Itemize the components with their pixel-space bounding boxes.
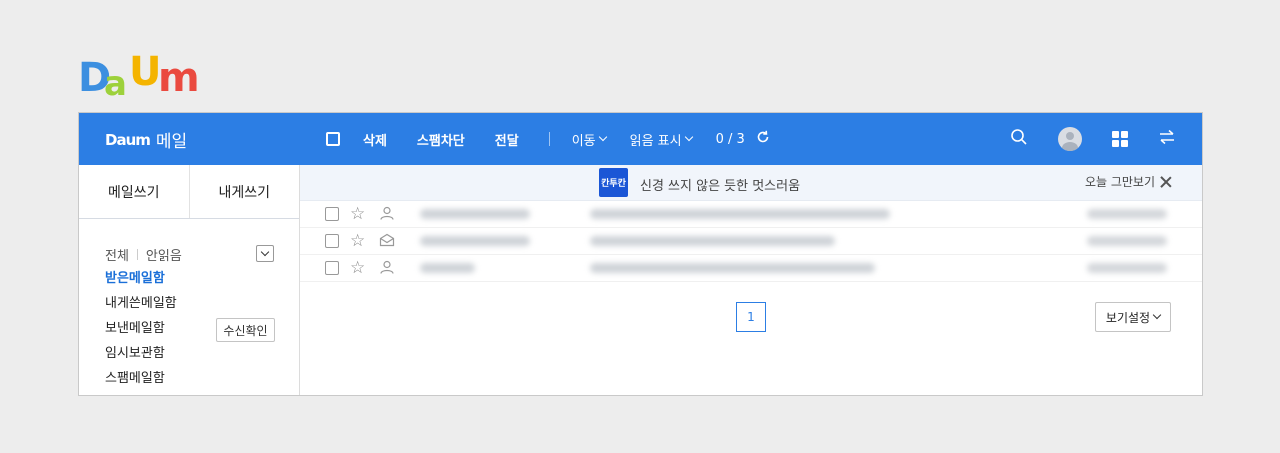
ad-text[interactable]: 신경 쓰지 않은 듯한 멋스러움 bbox=[640, 175, 800, 194]
receipt-check-button[interactable]: 수신확인 bbox=[216, 318, 275, 342]
close-icon bbox=[1160, 176, 1172, 188]
filter-all[interactable]: 전체 bbox=[105, 245, 129, 264]
hide-today-button[interactable]: 오늘 그만보기 bbox=[1085, 173, 1172, 190]
apps-grid-icon[interactable] bbox=[1112, 131, 1128, 147]
sender-name-blurred bbox=[420, 209, 530, 219]
row-checkbox[interactable] bbox=[325, 261, 339, 275]
subject-blurred bbox=[590, 263, 875, 273]
subject-blurred bbox=[590, 236, 835, 246]
daum-logo[interactable]: D a U m bbox=[78, 49, 208, 104]
person-icon bbox=[379, 260, 395, 277]
mail-title: 메일 bbox=[155, 132, 188, 152]
row-checkbox[interactable] bbox=[325, 234, 339, 248]
date-blurred bbox=[1087, 263, 1167, 273]
forward-button[interactable]: 전달 bbox=[495, 130, 519, 149]
star-icon[interactable]: ☆ bbox=[350, 232, 365, 250]
envelope-open-icon bbox=[379, 233, 395, 250]
delete-button[interactable]: 삭제 bbox=[363, 130, 387, 149]
toolbar-right bbox=[980, 113, 1176, 165]
mark-read-dropdown[interactable]: 읽음 표시 bbox=[629, 130, 693, 149]
toolbar-divider bbox=[548, 132, 550, 146]
compose-button[interactable]: 메일쓰기 bbox=[79, 165, 190, 218]
select-all-checkbox[interactable] bbox=[326, 132, 340, 146]
date-blurred bbox=[1087, 209, 1167, 219]
star-icon[interactable]: ☆ bbox=[350, 259, 365, 277]
selection-count: 0 / 3 bbox=[715, 131, 745, 147]
ad-banner[interactable]: 칸투칸 신경 쓰지 않은 듯한 멋스러움 오늘 그만보기 bbox=[300, 165, 1202, 201]
toolbar-actions: 삭제 스팸차단 전달 이동 읽음 표시 0 / 3 bbox=[326, 113, 771, 165]
mail-row[interactable]: ☆ bbox=[300, 201, 1202, 228]
ad-badge: 칸투칸 bbox=[599, 168, 628, 197]
hide-today-label: 오늘 그만보기 bbox=[1084, 175, 1155, 189]
logo-letter-m: m bbox=[158, 55, 200, 101]
move-dropdown[interactable]: 이동 bbox=[571, 130, 607, 149]
folder-spam[interactable]: 스팸메일함 bbox=[105, 369, 177, 394]
person-icon bbox=[379, 206, 395, 223]
avatar[interactable] bbox=[1058, 127, 1082, 151]
mail-window: Daum 메일 삭제 스팸차단 전달 이동 읽음 표시 0 / 3 메일쓰기 내… bbox=[78, 112, 1203, 396]
date-blurred bbox=[1087, 236, 1167, 246]
mark-read-label: 읽음 표시 bbox=[629, 133, 682, 149]
sidebar: 메일쓰기 내게쓰기 전체 안읽음 받은메일함 내게쓴메일함 보낸메일함 임시보관… bbox=[79, 165, 300, 395]
refresh-icon[interactable] bbox=[755, 129, 771, 149]
chevron-down-icon bbox=[260, 247, 270, 256]
subject-blurred bbox=[590, 209, 890, 219]
compose-self-button[interactable]: 내게쓰기 bbox=[190, 165, 300, 218]
spam-block-button[interactable]: 스팸차단 bbox=[417, 130, 465, 149]
compose-bar: 메일쓰기 내게쓰기 bbox=[79, 165, 299, 219]
folder-drafts[interactable]: 임시보관함 bbox=[105, 344, 177, 369]
mail-row[interactable]: ☆ bbox=[300, 228, 1202, 255]
folder-sent[interactable]: 보낸메일함 bbox=[105, 319, 177, 344]
daum-small-logo: Daum bbox=[105, 130, 151, 149]
chevron-down-icon bbox=[1152, 310, 1162, 320]
filter-divider bbox=[136, 249, 138, 260]
move-label: 이동 bbox=[571, 133, 596, 149]
search-icon[interactable] bbox=[1010, 128, 1028, 150]
logo-letter-u: U bbox=[129, 49, 162, 95]
switch-arrows-icon[interactable] bbox=[1158, 129, 1176, 149]
filter-unread[interactable]: 안읽음 bbox=[146, 245, 182, 264]
mail-filter: 전체 안읽음 bbox=[105, 245, 182, 264]
folder-to-me[interactable]: 내게쓴메일함 bbox=[105, 294, 177, 319]
view-settings-dropdown[interactable]: 보기설정 bbox=[1095, 302, 1171, 332]
row-checkbox[interactable] bbox=[325, 207, 339, 221]
folder-list: 받은메일함 내게쓴메일함 보낸메일함 임시보관함 스팸메일함 bbox=[105, 269, 177, 394]
view-settings-label: 보기설정 bbox=[1105, 310, 1151, 325]
chevron-down-icon bbox=[598, 132, 607, 142]
mail-brand[interactable]: Daum 메일 bbox=[105, 127, 188, 153]
mail-list-panel: 칸투칸 신경 쓰지 않은 듯한 멋스러움 오늘 그만보기 ☆ ☆ ☆ 1 보기설… bbox=[300, 165, 1202, 395]
chevron-down-icon bbox=[684, 132, 693, 142]
sender-name-blurred bbox=[420, 263, 475, 273]
mail-toolbar: Daum 메일 삭제 스팸차단 전달 이동 읽음 표시 0 / 3 bbox=[79, 113, 1202, 165]
star-icon[interactable]: ☆ bbox=[350, 205, 365, 223]
page-1-button[interactable]: 1 bbox=[736, 302, 766, 332]
sender-name-blurred bbox=[420, 236, 530, 246]
folder-inbox[interactable]: 받은메일함 bbox=[105, 269, 177, 294]
logo-letter-a: a bbox=[104, 64, 127, 104]
mail-row[interactable]: ☆ bbox=[300, 255, 1202, 282]
folder-toggle-button[interactable] bbox=[256, 245, 274, 262]
